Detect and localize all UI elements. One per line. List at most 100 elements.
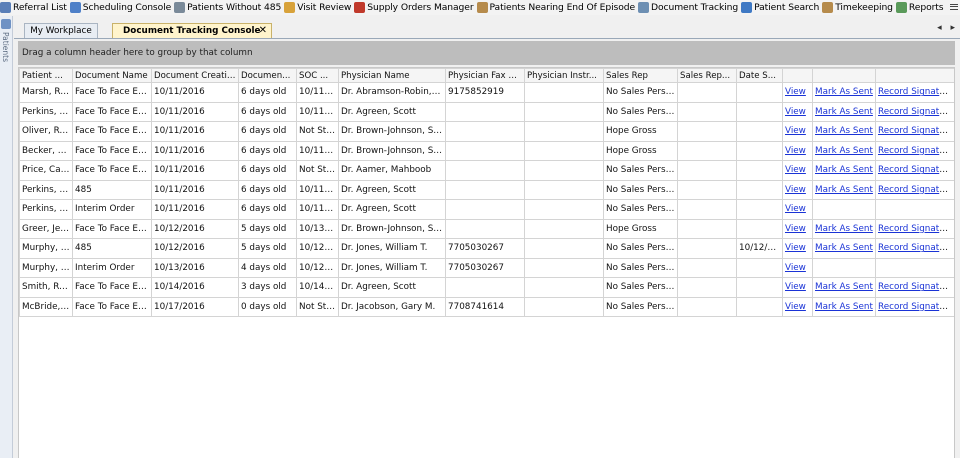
column-header[interactable] (782, 68, 813, 83)
mark-as-sent-link[interactable]: Mark As Sent (815, 126, 873, 136)
toolbar-item-visit-review[interactable]: Visit Review (284, 0, 354, 15)
toolbar-item-supply-orders-manager[interactable]: Supply Orders Manager (354, 0, 476, 15)
view-link[interactable]: View (785, 204, 806, 214)
record-signature-link[interactable]: Record Signature (878, 282, 954, 292)
table-cell: Interim Order (72, 199, 152, 220)
table-cell: 10/12/2016 (151, 238, 239, 259)
toolbar-item-label: Scheduling Console (82, 2, 172, 13)
view-link[interactable]: View (785, 165, 806, 175)
table-row[interactable]: Smith, Rob...Face To Face Enc...10/14/20… (19, 277, 954, 298)
mark-as-sent-link[interactable]: Mark As Sent (815, 224, 873, 234)
table-cell: No Sales Person ... (603, 277, 678, 298)
table-row[interactable]: Murphy, A... Interim Order 10/13/2016 4 day… (19, 257, 954, 278)
table-row[interactable]: McBride, B... Face To Face Enc... 10/17/20… (19, 296, 954, 317)
table-cell: Face To Face Enc... (72, 160, 152, 181)
table-cell (736, 82, 783, 103)
mark-as-sent-link[interactable]: Mark As Sent (815, 87, 873, 97)
record-signature-link[interactable]: Record Signature (878, 165, 954, 175)
column-header[interactable]: Sales Rep... (677, 68, 737, 83)
toolbar-item-patients-nearing-end-of-episode[interactable]: Patients Nearing End Of Episode (476, 0, 639, 15)
toolbar-item-label: Supply Orders Manager (367, 2, 474, 13)
column-header[interactable] (875, 68, 954, 83)
table-cell: No Sales Person ... (603, 101, 678, 122)
mark-as-sent-link[interactable]: Mark As Sent (815, 185, 873, 195)
group-by-panel[interactable]: Drag a column header here to group by th… (18, 41, 955, 65)
column-header[interactable]: Document Creatio... (151, 68, 239, 83)
record-signature-link[interactable]: Record Signature (878, 224, 954, 234)
toolbar-item-timekeeping[interactable]: Timekeeping (822, 0, 896, 15)
toolbar-item-label: Visit Review (297, 2, 352, 13)
mark-as-sent-link[interactable]: Mark As Sent (815, 282, 873, 292)
table-cell: Face To Face Enc... (72, 121, 152, 142)
toolbar-item-referral-list[interactable]: Referral List (0, 0, 70, 15)
view-link[interactable]: View (785, 146, 806, 156)
view-link[interactable]: View (785, 263, 806, 273)
close-icon[interactable]: ✕ (259, 24, 267, 38)
table-cell: 9175852919 (445, 82, 525, 103)
table-row[interactable]: Price, Cathy Face To Face Enc... 10/11/201… (19, 160, 954, 181)
column-header[interactable] (812, 68, 876, 83)
record-signature-link[interactable]: Record Signature (878, 87, 954, 97)
tab-document-tracking-console[interactable]: Document Tracking Console ✕ (112, 23, 272, 38)
record-signature-link[interactable]: Record Signature (878, 126, 954, 136)
column-header[interactable]: Documen... (238, 68, 297, 83)
patients-side-panel[interactable]: Patients (0, 16, 13, 458)
column-header[interactable]: Document Name (72, 68, 152, 83)
toolbar-item-scheduling-console[interactable]: Scheduling Console (69, 0, 174, 15)
view-link[interactable]: View (785, 282, 806, 292)
table-cell: Not Sta... (296, 160, 339, 181)
table-cell: Dr. Brown-Johnson, Step... (338, 140, 446, 161)
mark-as-sent-link[interactable]: Mark As Sent (815, 107, 873, 117)
tracking-icon (638, 2, 650, 13)
view-link[interactable]: View (785, 107, 806, 117)
table-cell: 10/11/2016 (151, 101, 239, 122)
view-link[interactable]: View (785, 243, 806, 253)
table-cell: No Sales Person ... (603, 160, 678, 181)
record-signature-link[interactable]: Record Signature (878, 107, 954, 117)
table-row[interactable]: Perkins, Ira Interim Order 10/11/2016 6 day… (19, 199, 954, 220)
table-cell (677, 179, 737, 200)
toolbar-item-document-tracking[interactable]: Document Tracking (638, 0, 741, 15)
view-link[interactable]: View (785, 126, 806, 136)
report-icon (895, 2, 907, 13)
tab-my-workplace[interactable]: My Workplace (24, 23, 98, 38)
record-signature-link[interactable]: Record Signature (878, 302, 954, 312)
table-row[interactable]: Becker, Cri...Face To Face Enc...10/11/2… (19, 140, 954, 161)
table-cell (677, 101, 737, 122)
tab-scroll-arrows[interactable]: ◂ ▸ (937, 23, 958, 33)
table-row[interactable]: Perkins, Ira 485 10/11/2016 6 days old 10/11… (19, 179, 954, 200)
table-cell: Dr. Abramson-Robin, Illan... (338, 82, 446, 103)
column-header[interactable]: Physician Instr... (524, 68, 604, 83)
tab-strip: My Workplace Document Tracking Console ✕… (14, 20, 960, 39)
record-signature-link[interactable]: Record Signature (878, 185, 954, 195)
mark-as-sent-link[interactable]: Mark As Sent (815, 165, 873, 175)
table-row[interactable]: Perkins, Ira Face To Face Enc... 10/11/201… (19, 101, 954, 122)
column-header[interactable]: Patient ... (19, 68, 73, 83)
view-link[interactable]: View (785, 302, 806, 312)
view-link[interactable]: View (785, 185, 806, 195)
column-header[interactable]: Sales Rep (603, 68, 678, 83)
toolbar-item-patients-without-485[interactable]: Patients Without 485 (174, 0, 284, 15)
column-header[interactable]: SOC ... (296, 68, 339, 83)
view-link[interactable]: View (785, 87, 806, 97)
record-signature-link[interactable]: Record Signature (878, 243, 954, 253)
table-row[interactable]: Greer, Jerry Face To Face Enc... 10/12/201… (19, 218, 954, 239)
column-header[interactable]: Physician Fax N... (445, 68, 525, 83)
action-cell: Record Signature (875, 218, 954, 239)
view-link[interactable]: View (785, 224, 806, 234)
table-cell: 10/11/2016 (151, 82, 239, 103)
mark-as-sent-link[interactable]: Mark As Sent (815, 302, 873, 312)
patients-icon (1, 19, 11, 29)
column-header[interactable]: Physician Name (338, 68, 446, 83)
table-row[interactable]: Oliver, Rol... Face To Face Enc... 10/11/2… (19, 121, 954, 142)
mark-as-sent-link[interactable]: Mark As Sent (815, 146, 873, 156)
table-cell (736, 140, 783, 161)
toolbar-item-patient-search[interactable]: Patient Search (741, 0, 822, 15)
column-header[interactable]: Date S... (736, 68, 783, 83)
table-row[interactable]: Marsh, Ray Face To Face Enc... 10/11/2016 6… (19, 82, 954, 103)
toolbar-more-icon[interactable] (950, 2, 958, 12)
record-signature-link[interactable]: Record Signature (878, 146, 954, 156)
mark-as-sent-link[interactable]: Mark As Sent (815, 243, 873, 253)
toolbar-item-reports[interactable]: Reports (895, 0, 947, 15)
table-row[interactable]: Murphy, A... 485 10/12/2016 5 days old 10/12… (19, 238, 954, 259)
